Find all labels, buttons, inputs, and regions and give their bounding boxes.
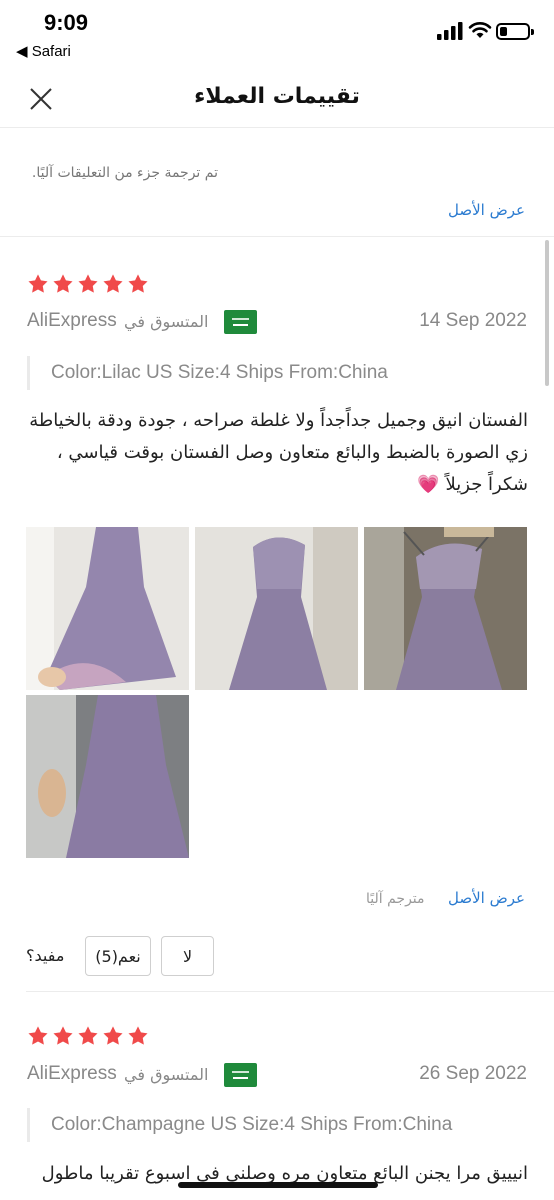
show-original-link[interactable]: عرض الأصل — [448, 201, 525, 219]
battery-icon — [496, 23, 534, 40]
star-rating — [27, 273, 149, 295]
helpful-label: مفيد؟ — [26, 946, 65, 965]
star-rating — [27, 1025, 149, 1047]
review-source: AliExpress — [27, 310, 117, 331]
dress-photo-image — [364, 527, 527, 690]
helpful-no-button[interactable]: لا — [161, 936, 214, 976]
signal-icon — [437, 22, 463, 40]
review-meta: AliExpress المتسوق في 14 Sep 2022 — [27, 310, 527, 340]
dress-photo-image — [195, 527, 358, 690]
star-icon — [28, 1026, 48, 1045]
status-time: 9:09 — [44, 10, 89, 35]
machine-translated-label: مترجم آليًا — [366, 891, 425, 907]
star-icon — [28, 274, 48, 293]
helpful-row: مفيد؟ نعم(5) لا — [0, 936, 554, 978]
page-title: تقييمات العملاء — [194, 84, 360, 109]
show-original-link[interactable]: عرض الأصل — [448, 889, 525, 907]
status-bar: 9:09 ◀ Safari — [0, 0, 554, 70]
star-icon — [78, 1026, 98, 1045]
shopper-label: المتسوق في — [124, 312, 209, 331]
review-divider — [26, 991, 554, 992]
sku-text: Color:Lilac US Size:4 Ships From:China — [51, 362, 388, 383]
dress-photo-image — [26, 695, 189, 858]
review-photo[interactable] — [26, 695, 189, 858]
wifi-icon — [468, 21, 492, 38]
sku-info: Color:Lilac US Size:4 Ships From:China — [27, 356, 527, 390]
star-icon — [128, 1026, 148, 1045]
review-meta: AliExpress المتسوق في 26 Sep 2022 — [27, 1063, 527, 1093]
back-to-safari-link[interactable]: ◀ Safari — [16, 42, 71, 60]
sku-text: Color:Champagne US Size:4 Ships From:Chi… — [51, 1114, 453, 1135]
helpful-yes-button[interactable]: نعم(5) — [85, 936, 151, 976]
saudi-arabia-flag-icon — [224, 310, 257, 334]
review-photo[interactable] — [26, 527, 189, 690]
review-text: الفستان انيق وجميل جداًجداً ولا غلطة صرا… — [29, 410, 528, 495]
page-header: تقييمات العملاء — [0, 70, 554, 128]
star-icon — [103, 274, 123, 293]
star-icon — [78, 274, 98, 293]
shopper-label: المتسوق في — [124, 1065, 209, 1084]
translation-notice-text: تم ترجمة جزء من التعليقات آليًا. — [31, 165, 218, 181]
translation-row: عرض الأصل مترجم آليًا — [0, 889, 554, 913]
review-date: 14 Sep 2022 — [419, 310, 527, 331]
dress-photo-image — [26, 527, 189, 690]
saudi-arabia-flag-icon — [224, 1063, 257, 1087]
review-date: 26 Sep 2022 — [419, 1063, 527, 1084]
sku-info: Color:Champagne US Size:4 Ships From:Chi… — [27, 1108, 527, 1142]
translation-notice: تم ترجمة جزء من التعليقات آليًا. عرض الأ… — [0, 129, 554, 237]
star-icon — [128, 274, 148, 293]
home-indicator[interactable] — [178, 1182, 378, 1188]
review-source: AliExpress — [27, 1063, 117, 1084]
review-photo[interactable] — [364, 527, 527, 690]
star-icon — [103, 1026, 123, 1045]
review-photo[interactable] — [195, 527, 358, 690]
star-icon — [53, 1026, 73, 1045]
star-icon — [53, 274, 73, 293]
scrollbar[interactable] — [545, 240, 549, 386]
